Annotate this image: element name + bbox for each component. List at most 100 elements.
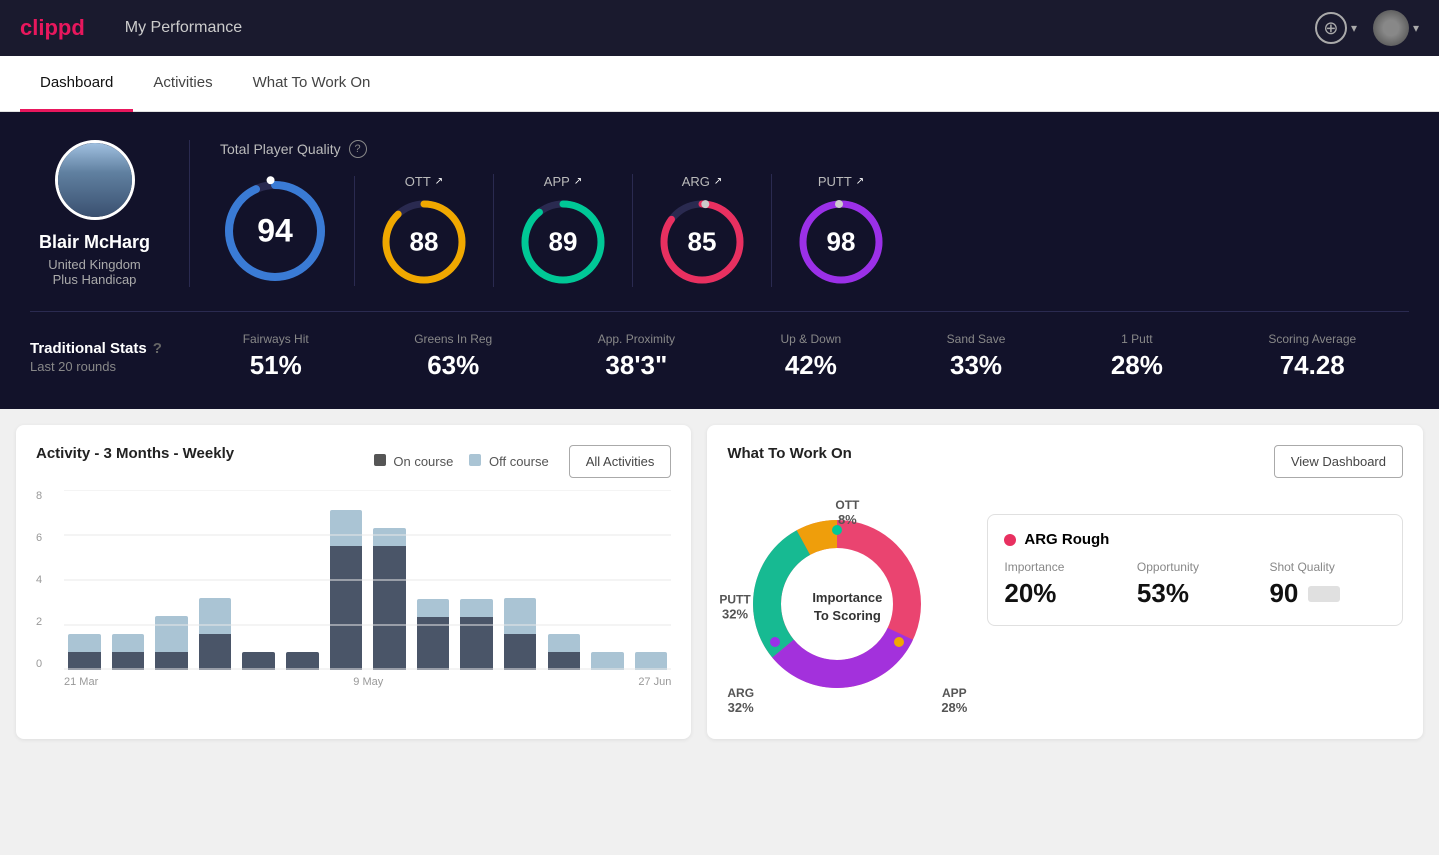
chart-wrapper: 8 6 4 2 0 21 Mar 9 May (36, 490, 671, 688)
donut-wrapper: ImportanceTo Scoring OTT8% APP28% ARG32%… (727, 494, 967, 719)
stats-subtitle: Last 20 rounds (30, 359, 190, 374)
gauge-putt-value: 98 (827, 227, 856, 258)
detail-opportunity-label: Opportunity (1137, 560, 1254, 574)
chart-header: Activity - 3 Months - Weekly On course O… (36, 445, 671, 478)
y-label-2: 2 (36, 616, 42, 628)
tab-what-to-work-on[interactable]: What To Work On (233, 56, 391, 112)
donut-label-putt: PUTT32% (719, 592, 750, 621)
quality-header: Total Player Quality ? (220, 140, 1409, 158)
gauge-arg-circle: 85 (657, 197, 747, 287)
gauge-arg: ARG ↗ 85 (633, 174, 772, 287)
stat-scoring: Scoring Average 74.28 (1268, 332, 1356, 381)
legend-off-label: Off course (489, 454, 549, 469)
avatar-dropdown-arrow: ▾ (1413, 21, 1419, 35)
donut-center-label: ImportanceTo Scoring (807, 588, 887, 624)
bottom-panels: Activity - 3 Months - Weekly On course O… (0, 409, 1439, 755)
stats-label: Traditional Stats ? Last 20 rounds (30, 340, 190, 374)
app-logo: clippd (20, 15, 85, 41)
detail-importance-label: Importance (1004, 560, 1121, 574)
stat-greens: Greens In Reg 63% (414, 332, 492, 381)
donut-label-ott: OTT8% (835, 498, 859, 527)
gauge-putt-circle: 98 (796, 197, 886, 287)
avatar[interactable] (1373, 10, 1409, 46)
wtwo-title: What To Work On (727, 445, 851, 462)
gauge-app-circle: 89 (518, 197, 608, 287)
stats-items: Fairways Hit 51% Greens In Reg 63% App. … (190, 332, 1409, 381)
detail-card: ARG Rough Importance 20% Opportunity 53%… (987, 514, 1403, 626)
x-label-mar: 21 Mar (64, 676, 98, 688)
player-avatar-image (58, 143, 132, 217)
header-right: ⊕ ▾ ▾ (1315, 10, 1419, 46)
wtwo-header: What To Work On View Dashboard (727, 445, 1403, 478)
legend-on-course: On course (374, 454, 454, 469)
stat-updown-value: 42% (781, 350, 842, 381)
player-handicap: Plus Handicap (53, 272, 137, 287)
chart-bars-container (64, 490, 671, 670)
legend-off-course: Off course (469, 454, 548, 469)
gauge-putt-arrow: ↗ (856, 176, 864, 187)
tab-activities[interactable]: Activities (133, 56, 232, 112)
quality-section: Total Player Quality ? 94 (190, 140, 1409, 287)
stat-scoring-label: Scoring Average (1268, 332, 1356, 346)
quality-title: Total Player Quality (220, 141, 341, 157)
gauge-putt-label: PUTT ↗ (818, 174, 864, 189)
detail-metric-shotquality: Shot Quality 90 (1269, 560, 1386, 609)
stat-oneputt: 1 Putt 28% (1111, 332, 1163, 381)
wtwo-content: ImportanceTo Scoring OTT8% APP28% ARG32%… (727, 494, 1403, 719)
donut-label-app: APP28% (941, 686, 967, 715)
main-circle-value: 94 (257, 212, 293, 249)
avatar-group[interactable]: ▾ (1373, 10, 1419, 46)
stat-scoring-value: 74.28 (1268, 350, 1356, 381)
quality-help-icon[interactable]: ? (349, 140, 367, 158)
add-button-group[interactable]: ⊕ ▾ (1315, 12, 1357, 44)
donut-label-arg: ARG32% (727, 686, 754, 715)
header: clippd My Performance ⊕ ▾ ▾ (0, 0, 1439, 56)
chart-x-axis: 21 Mar 9 May 27 Jun (64, 676, 671, 688)
detail-metric-opportunity: Opportunity 53% (1137, 560, 1254, 609)
gauge-arg-label: ARG ↗ (682, 174, 723, 189)
add-icon[interactable]: ⊕ (1315, 12, 1347, 44)
player-info: Blair McHarg United Kingdom Plus Handica… (30, 140, 190, 287)
chart-title: Activity - 3 Months - Weekly (36, 445, 234, 462)
detail-shotquality-label: Shot Quality (1269, 560, 1386, 574)
stats-help-icon[interactable]: ? (153, 340, 162, 357)
view-dashboard-button[interactable]: View Dashboard (1274, 445, 1403, 478)
stat-oneputt-value: 28% (1111, 350, 1163, 381)
player-country: United Kingdom (48, 257, 141, 272)
x-label-may: 9 May (353, 676, 383, 688)
y-label-4: 4 (36, 574, 42, 586)
stat-fairways: Fairways Hit 51% (243, 332, 309, 381)
stat-greens-value: 63% (414, 350, 492, 381)
y-label-8: 8 (36, 490, 42, 502)
stat-sandsave-value: 33% (947, 350, 1006, 381)
banner-top: Blair McHarg United Kingdom Plus Handica… (30, 140, 1409, 287)
legend-off-dot (469, 454, 481, 466)
wtwo-panel: What To Work On View Dashboard (707, 425, 1423, 739)
header-left: clippd My Performance (20, 15, 242, 41)
quality-gauges: 94 OTT ↗ 88 (220, 174, 1409, 287)
gauge-app-label: APP ↗ (544, 174, 582, 189)
add-dropdown-arrow: ▾ (1351, 21, 1357, 35)
gauge-ott-circle: 88 (379, 197, 469, 287)
gauge-putt: PUTT ↗ 98 (772, 174, 910, 287)
chart-controls: On course Off course All Activities (374, 445, 672, 478)
gauge-app-arrow: ↗ (574, 176, 582, 187)
stat-updown: Up & Down 42% (781, 332, 842, 381)
gauge-ott-value: 88 (410, 227, 439, 258)
stat-greens-label: Greens In Reg (414, 332, 492, 346)
tab-dashboard[interactable]: Dashboard (20, 56, 133, 112)
chart-legend: On course Off course (374, 454, 549, 469)
tabs: Dashboard Activities What To Work On (0, 56, 1439, 112)
x-label-jun: 27 Jun (638, 676, 671, 688)
stat-proximity-value: 38'3" (598, 350, 675, 381)
detail-card-title: ARG Rough (1004, 531, 1386, 548)
gauge-arg-arrow: ↗ (714, 176, 722, 187)
detail-metric-importance: Importance 20% (1004, 560, 1121, 609)
header-title: My Performance (125, 19, 242, 37)
main-circle: 94 (220, 176, 330, 286)
all-activities-button[interactable]: All Activities (569, 445, 672, 478)
y-label-6: 6 (36, 532, 42, 544)
gauge-ott-label: OTT ↗ (405, 174, 443, 189)
stat-proximity-label: App. Proximity (598, 332, 675, 346)
gauge-app: APP ↗ 89 (494, 174, 633, 287)
